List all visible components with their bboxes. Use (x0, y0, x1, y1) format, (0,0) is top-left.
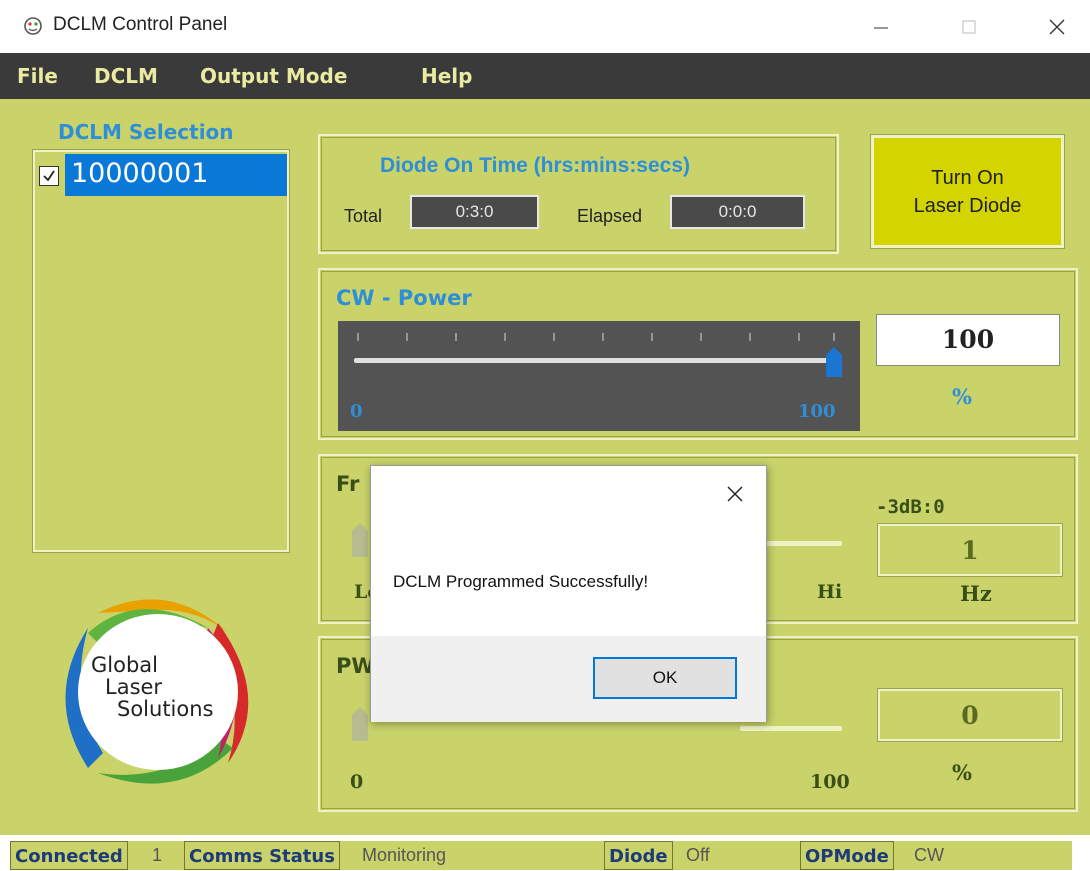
status-bar: Connected 1 Comms Status Monitoring Diod… (0, 835, 1090, 870)
menu-file[interactable]: File (17, 64, 58, 88)
frequency-hi-label: Hi (817, 581, 843, 603)
slider-track (354, 358, 842, 363)
diode-status-value: Off (686, 845, 710, 865)
total-label: Total (344, 206, 383, 226)
checkmark-icon (43, 170, 55, 182)
list-item[interactable]: 10000001 (37, 154, 287, 196)
pwm-max-label: 100 (810, 771, 850, 793)
close-icon (1049, 19, 1065, 35)
message-dialog: DCLM Programmed Successfully! OK (370, 465, 767, 722)
frequency-value[interactable]: 1 (877, 523, 1063, 577)
dialog-message: DCLM Programmed Successfully! (393, 572, 649, 591)
menu-bar: File DCLM Output Mode Help (0, 53, 1090, 99)
title-bar: DCLM Control Panel (0, 0, 1090, 53)
app-icon (24, 17, 42, 35)
logo-word-global: Global (91, 653, 158, 677)
cw-power-title: CW - Power (336, 286, 472, 310)
minimize-button[interactable] (858, 8, 904, 46)
dialog-footer: OK (371, 636, 766, 722)
close-button[interactable] (1034, 8, 1080, 46)
elapsed-time-value: 0:0:0 (670, 195, 805, 229)
diode-on-time-group: Diode On Time (hrs:mins:secs) Total 0:3:… (318, 134, 839, 254)
comms-status-value: Monitoring (362, 845, 447, 865)
logo-word-solutions: Solutions (117, 697, 214, 721)
diode-status-label: Diode (604, 841, 673, 870)
cw-power-value[interactable]: 100 (876, 314, 1060, 366)
cw-power-slider[interactable]: 0 100 (338, 321, 860, 431)
opmode-label: OPMode (800, 841, 894, 870)
pwm-title: PW (336, 654, 375, 678)
pwm-value[interactable]: 0 (877, 688, 1063, 742)
pwm-min-label: 0 (350, 771, 364, 793)
laser-button-line1: Turn On (931, 166, 1004, 189)
cw-power-group: CW - Power 0 100 100 % (318, 268, 1078, 440)
close-icon (727, 486, 743, 502)
logo-word-laser: Laser (105, 675, 162, 699)
device-checkbox[interactable] (39, 166, 59, 186)
pwm-unit: % (952, 760, 972, 785)
connected-label: Connected (10, 841, 128, 870)
diode-on-time-title: Diode On Time (hrs:mins:secs) (380, 154, 691, 177)
frequency-unit: Hz (960, 581, 992, 606)
status-strip: Connected 1 Comms Status Monitoring Diod… (10, 841, 1072, 870)
cw-power-unit: % (952, 384, 972, 409)
ok-button[interactable]: OK (593, 657, 737, 699)
turn-on-laser-diode-button[interactable]: Turn On Laser Diode (870, 134, 1065, 249)
connected-value: 1 (152, 845, 163, 865)
window-title: DCLM Control Panel (53, 14, 228, 35)
menu-dclm[interactable]: DCLM (94, 64, 158, 88)
dclm-selection-title: DCLM Selection (58, 120, 234, 144)
menu-output-mode[interactable]: Output Mode (200, 64, 347, 88)
dialog-close-button[interactable] (721, 480, 749, 508)
dclm-selection-list[interactable]: 10000001 (32, 149, 290, 553)
maximize-button[interactable] (946, 8, 992, 46)
comms-status-label: Comms Status (184, 841, 340, 870)
total-time-value: 0:3:0 (410, 195, 539, 229)
device-label: 10000001 (65, 154, 287, 196)
maximize-icon (962, 20, 976, 34)
company-logo: Global Laser Solutions (65, 599, 249, 784)
menu-help[interactable]: Help (421, 64, 472, 88)
minimize-icon (874, 27, 888, 29)
slider-ticks (357, 333, 835, 341)
cw-min-label: 0 (350, 401, 363, 422)
opmode-value: CW (914, 845, 944, 865)
elapsed-label: Elapsed (577, 206, 643, 226)
frequency-db-label: -3dB:0 (876, 496, 945, 518)
laser-button-line2: Laser Diode (913, 194, 1022, 217)
slider-thumb[interactable] (826, 347, 842, 377)
pwm-slider-track[interactable] (740, 726, 842, 731)
cw-max-label: 100 (798, 401, 836, 422)
frequency-title: Fr (336, 472, 360, 496)
